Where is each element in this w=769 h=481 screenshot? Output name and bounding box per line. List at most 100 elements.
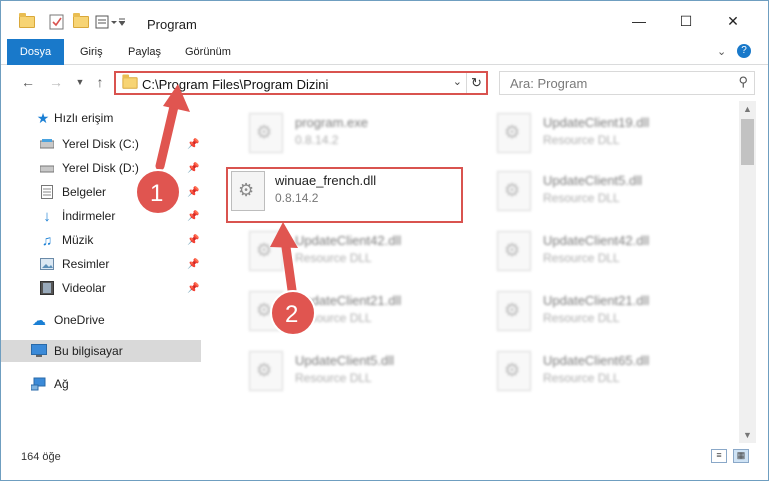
- sidebar-item-downloads[interactable]: ↓ İndirmeler 📌: [1, 205, 201, 227]
- sidebar-item-this-pc[interactable]: Bu bilgisayar: [1, 340, 201, 362]
- large-icons-view-icon[interactable]: ▦: [733, 449, 749, 463]
- back-button[interactable]: ←: [19, 73, 37, 91]
- recent-locations-button[interactable]: ▼: [71, 73, 89, 91]
- search-icon: ⚲: [738, 74, 748, 89]
- file-name: UpdateClient21.dll: [543, 293, 650, 308]
- pin-icon[interactable]: 📌: [187, 163, 199, 174]
- pin-icon[interactable]: 📌: [187, 211, 199, 222]
- quick-access-label: Hızlı erişim: [54, 111, 114, 125]
- vertical-scrollbar[interactable]: ▲ ▼: [739, 101, 756, 443]
- details-view-icon[interactable]: ≡: [711, 449, 727, 463]
- sidebar-item-label: Ağ: [54, 377, 69, 391]
- sidebar-item-network[interactable]: Ağ: [1, 373, 201, 395]
- dll-file-icon: [497, 231, 531, 271]
- sidebar-item-documents[interactable]: Belgeler 📌: [1, 181, 201, 203]
- pin-icon[interactable]: 📌: [187, 235, 199, 246]
- file-name: UpdateClient42.dll: [543, 233, 650, 248]
- file-item[interactable]: UpdateClient42.dll Resource DLL: [231, 223, 471, 277]
- status-bar: 164 öğe ≡ ▦: [1, 443, 768, 469]
- pictures-icon: [39, 256, 55, 272]
- file-name: UpdateClient42.dll: [295, 233, 402, 248]
- tab-view[interactable]: Görünüm: [171, 39, 245, 65]
- sidebar-item-label: OneDrive: [54, 313, 105, 327]
- file-item[interactable]: UpdateClient5.dll Resource DLL: [231, 343, 471, 397]
- address-path: C:\Program Files\Program Dizini: [142, 77, 329, 92]
- file-description: Resource DLL: [543, 251, 620, 265]
- window-title: Program: [147, 17, 197, 32]
- help-icon[interactable]: ?: [737, 44, 751, 58]
- maximize-button[interactable]: ☐: [676, 11, 696, 31]
- tab-home[interactable]: Giriş: [66, 39, 117, 65]
- new-folder-icon[interactable]: [73, 13, 89, 31]
- sidebar-item-label: Belgeler: [62, 185, 107, 199]
- file-item[interactable]: UpdateClient21.dll Resource DLL: [479, 283, 719, 337]
- file-description: Resource DLL: [543, 133, 620, 147]
- drive-icon: [39, 160, 55, 176]
- pin-icon[interactable]: 📌: [187, 283, 199, 294]
- file-item[interactable]: UpdateClient21.dll Resource DLL: [231, 283, 471, 337]
- navigation-pane: ★ Hızlı erişim Yerel Disk (C:) 📌 Yerel D…: [1, 101, 205, 443]
- dll-file-icon: [497, 113, 531, 153]
- file-name: UpdateClient5.dll: [543, 173, 643, 188]
- dll-file-icon: [497, 291, 531, 331]
- file-description: Resource DLL: [543, 311, 620, 325]
- file-item[interactable]: UpdateClient42.dll Resource DLL: [479, 223, 719, 277]
- refresh-button[interactable]: ↻: [466, 73, 486, 93]
- pin-icon[interactable]: 📌: [187, 139, 199, 150]
- address-bar[interactable]: C:\Program Files\Program Dizini ⌄ ↻: [114, 71, 488, 95]
- close-button[interactable]: ✕: [723, 11, 743, 31]
- scroll-up-icon[interactable]: ▲: [739, 101, 756, 117]
- tab-share[interactable]: Paylaş: [114, 39, 175, 65]
- pin-icon[interactable]: 📌: [187, 187, 199, 198]
- file-description: 0.8.14.2: [295, 133, 339, 147]
- scroll-thumb[interactable]: [741, 119, 754, 165]
- item-count: 164 öğe: [21, 451, 61, 463]
- file-description: Resource DLL: [295, 251, 372, 265]
- sidebar-item-music[interactable]: ♫ Müzik 📌: [1, 229, 201, 251]
- folder-icon: [122, 74, 138, 89]
- file-description: Resource DLL: [543, 371, 620, 385]
- up-button[interactable]: ↑: [91, 73, 109, 91]
- dll-file-icon: [249, 291, 283, 331]
- videos-icon: [39, 280, 55, 296]
- file-name: program.exe: [295, 115, 368, 130]
- sidebar-item-pictures[interactable]: Resimler 📌: [1, 253, 201, 275]
- customize-toolbar-icon[interactable]: [95, 13, 125, 31]
- file-item[interactable]: UpdateClient65.dll Resource DLL: [479, 343, 719, 397]
- file-highlight-box: [226, 167, 463, 223]
- file-description: Resource DLL: [543, 191, 620, 205]
- music-icon: ♫: [41, 232, 53, 248]
- folder-icon[interactable]: [19, 13, 35, 31]
- sidebar-item-videos[interactable]: Videolar 📌: [1, 277, 201, 299]
- file-item[interactable]: program.exe 0.8.14.2: [231, 105, 471, 159]
- chevron-down-icon[interactable]: ⌄: [453, 75, 462, 88]
- file-description: Resource DLL: [295, 371, 372, 385]
- sidebar-item-disk-d[interactable]: Yerel Disk (D:) 📌: [1, 157, 201, 179]
- dll-file-icon: [497, 351, 531, 391]
- search-box[interactable]: Ara: Program ⚲: [499, 71, 755, 95]
- tab-file[interactable]: Dosya: [7, 39, 64, 65]
- computer-icon: [31, 343, 47, 359]
- quick-access[interactable]: ★ Hızlı erişim: [1, 107, 201, 129]
- forward-button[interactable]: →: [47, 73, 65, 91]
- drive-icon: [39, 136, 55, 152]
- file-name: UpdateClient19.dll: [543, 115, 650, 130]
- file-item[interactable]: UpdateClient5.dll Resource DLL: [479, 163, 719, 217]
- file-description: Resource DLL: [295, 311, 372, 325]
- file-name: UpdateClient5.dll: [295, 353, 395, 368]
- pin-icon[interactable]: 📌: [187, 259, 199, 270]
- sidebar-item-disk-c[interactable]: Yerel Disk (C:) 📌: [1, 133, 201, 155]
- expand-ribbon-icon[interactable]: ⌄: [717, 45, 726, 58]
- dll-file-icon: [249, 351, 283, 391]
- properties-icon[interactable]: [49, 13, 65, 31]
- file-item[interactable]: UpdateClient19.dll Resource DLL: [479, 105, 719, 159]
- dll-file-icon: [249, 231, 283, 271]
- scroll-down-icon[interactable]: ▼: [739, 427, 756, 443]
- sidebar-item-label: Bu bilgisayar: [54, 344, 123, 358]
- star-icon: ★: [36, 109, 50, 126]
- sidebar-item-onedrive[interactable]: ☁ OneDrive: [1, 309, 201, 331]
- sidebar-item-label: Videolar: [62, 281, 106, 295]
- sidebar-item-label: Yerel Disk (D:): [62, 161, 139, 175]
- minimize-button[interactable]: —: [629, 11, 649, 31]
- explorer-window: Program — ☐ ✕ Dosya Giriş Paylaş Görünüm…: [0, 0, 769, 481]
